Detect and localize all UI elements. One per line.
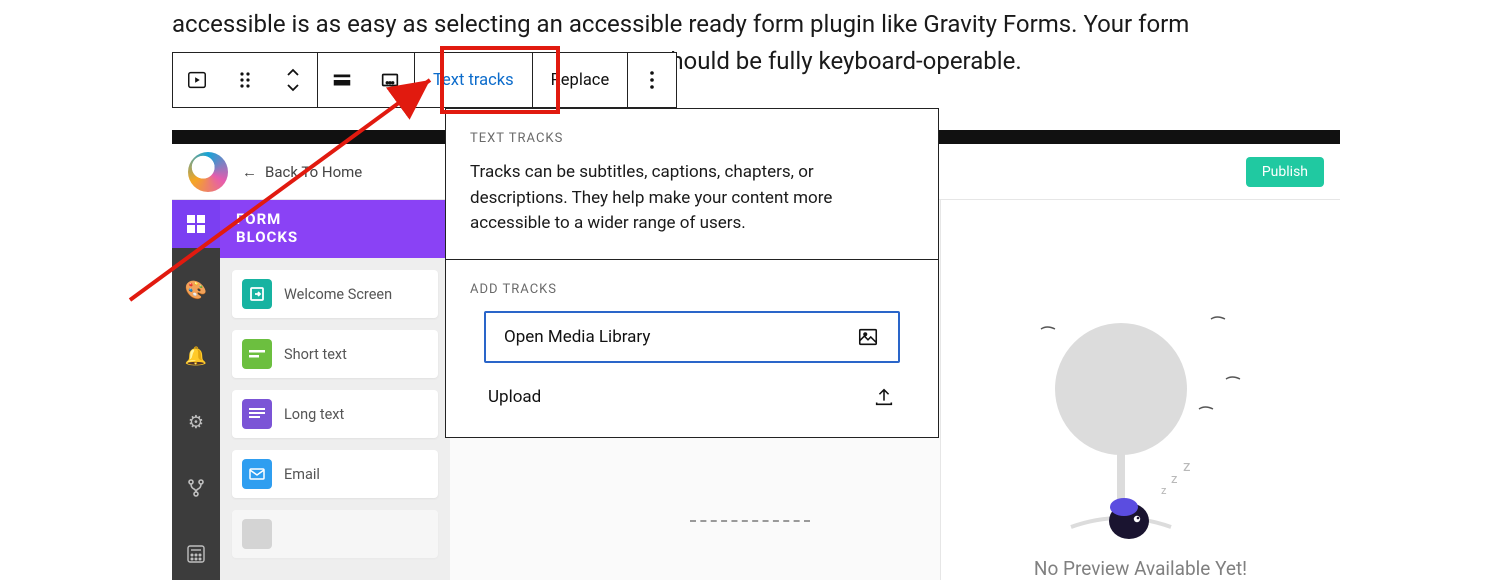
email-icon bbox=[242, 459, 272, 489]
palette-icon: 🎨 bbox=[185, 280, 207, 301]
block-welcome-screen[interactable]: Welcome Screen bbox=[232, 270, 438, 318]
block-email[interactable]: Email bbox=[232, 450, 438, 498]
branch-icon bbox=[186, 478, 206, 498]
chevrons-updown-icon bbox=[285, 67, 301, 93]
open-media-library-button[interactable]: Open Media Library bbox=[484, 311, 900, 363]
block-long-text[interactable]: Long text bbox=[232, 390, 438, 438]
left-rail: 🎨 🔔 ⚙ bbox=[172, 200, 220, 580]
arrow-left-icon: ← bbox=[242, 163, 257, 181]
enter-icon bbox=[242, 279, 272, 309]
popover-heading-tracks: TEXT TRACKS bbox=[470, 131, 914, 146]
image-icon bbox=[856, 325, 880, 349]
drag-handle[interactable] bbox=[221, 53, 269, 107]
drop-indicator bbox=[690, 520, 810, 522]
rail-notifications[interactable]: 🔔 bbox=[172, 332, 220, 380]
bell-icon: 🔔 bbox=[185, 346, 207, 367]
back-to-home-link[interactable]: ← Back To Home bbox=[188, 152, 362, 192]
block-toolbar: Text tracks Replace bbox=[172, 52, 677, 108]
more-options-button[interactable] bbox=[628, 53, 676, 107]
grid-icon bbox=[186, 214, 206, 234]
gear-icon: ⚙ bbox=[188, 412, 204, 433]
article-line-2-right: should be fully keyboard-operable. bbox=[658, 47, 1022, 75]
preview-pane: z z z No Preview Available Yet! bbox=[940, 200, 1340, 580]
sidebar-panel: FORM BLOCKS Welcome Screen Short text bbox=[220, 200, 450, 580]
sidebar-title: FORM BLOCKS bbox=[220, 200, 450, 258]
preview-illustration: z z z bbox=[1011, 289, 1271, 549]
align-icon bbox=[331, 69, 353, 91]
block-type-button[interactable] bbox=[173, 53, 221, 107]
rail-theme[interactable]: 🎨 bbox=[172, 266, 220, 314]
short-text-icon bbox=[242, 339, 272, 369]
calculator-icon bbox=[187, 545, 205, 563]
article-line-1: accessible is as easy as selecting an ac… bbox=[172, 10, 1189, 38]
rail-logic[interactable] bbox=[172, 464, 220, 512]
move-buttons[interactable] bbox=[269, 53, 317, 107]
block-placeholder[interactable] bbox=[232, 510, 438, 558]
popover-description: Tracks can be subtitles, captions, chapt… bbox=[470, 160, 914, 237]
video-block-icon bbox=[186, 69, 208, 91]
svg-text:z: z bbox=[1183, 457, 1190, 475]
drag-icon bbox=[238, 71, 252, 89]
upload-icon bbox=[872, 385, 896, 409]
text-tracks-popover: TEXT TRACKS Tracks can be subtitles, cap… bbox=[445, 108, 939, 438]
upload-track-button[interactable]: Upload bbox=[470, 371, 914, 423]
preview-caption: No Preview Available Yet! bbox=[1034, 557, 1247, 580]
align-button[interactable] bbox=[318, 53, 366, 107]
publish-button[interactable]: Publish bbox=[1246, 157, 1324, 187]
placeholder-icon bbox=[242, 519, 272, 549]
rail-settings[interactable]: ⚙ bbox=[172, 398, 220, 446]
svg-text:z: z bbox=[1171, 472, 1178, 487]
svg-text:z: z bbox=[1161, 484, 1167, 497]
block-short-text[interactable]: Short text bbox=[232, 330, 438, 378]
more-vertical-icon bbox=[649, 70, 655, 90]
app-logo-icon bbox=[188, 152, 228, 192]
rail-blocks[interactable] bbox=[172, 200, 220, 248]
aspect-icon bbox=[379, 69, 401, 91]
text-tracks-button[interactable]: Text tracks bbox=[415, 53, 532, 107]
aspect-button[interactable] bbox=[366, 53, 414, 107]
long-text-icon bbox=[242, 399, 272, 429]
replace-button[interactable]: Replace bbox=[533, 53, 628, 107]
popover-heading-add: ADD TRACKS bbox=[470, 282, 914, 297]
rail-calculator[interactable] bbox=[172, 530, 220, 578]
